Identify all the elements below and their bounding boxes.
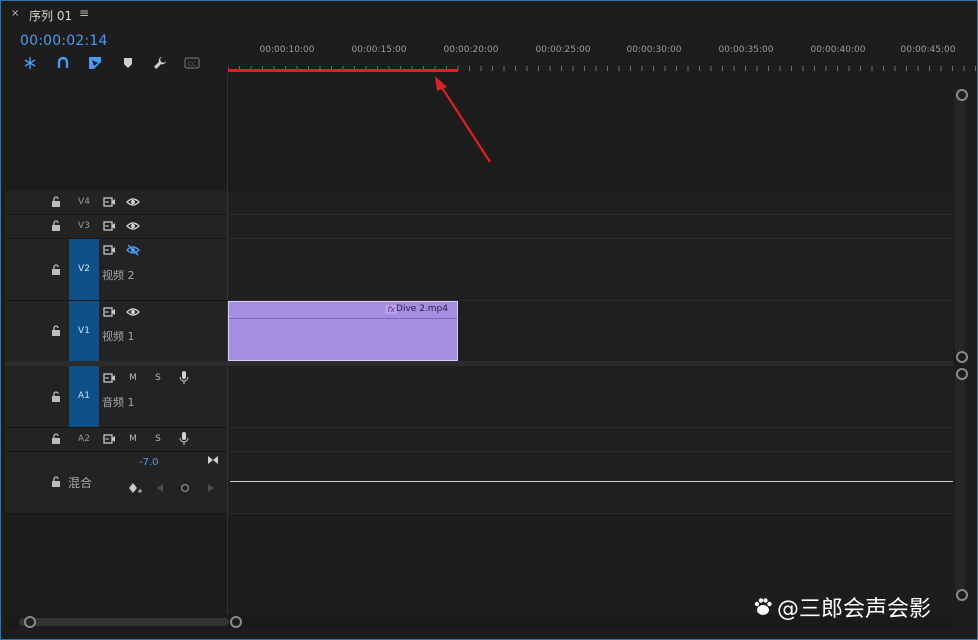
ruler-label: 00:00:25:00 bbox=[535, 45, 591, 55]
ruler-label: 00:00:40:00 bbox=[810, 45, 866, 55]
ruler-label: 00:00:45:00 bbox=[900, 45, 956, 55]
lock-icon[interactable] bbox=[51, 220, 61, 232]
scroll-handle-icon[interactable] bbox=[956, 89, 968, 101]
track-lane-a1[interactable] bbox=[228, 366, 953, 428]
solo-button[interactable]: S bbox=[150, 433, 166, 445]
track-target-a1[interactable]: A1 bbox=[69, 366, 99, 427]
lock-icon[interactable] bbox=[51, 325, 61, 337]
solo-button[interactable]: S bbox=[150, 372, 166, 384]
track-header-v3: V3 bbox=[5, 215, 227, 239]
microphone-icon[interactable] bbox=[176, 370, 192, 384]
video-vertical-scrollbar[interactable] bbox=[955, 89, 965, 355]
lock-icon[interactable] bbox=[51, 433, 61, 445]
captions-icon[interactable]: CC bbox=[183, 54, 201, 72]
video-clip[interactable]: fx Dive 2.mp4 bbox=[228, 301, 458, 361]
mix-volume-value[interactable]: -7.0 bbox=[139, 457, 159, 468]
track-lane-v4[interactable] bbox=[228, 191, 953, 215]
add-keyframe-icon[interactable] bbox=[127, 482, 143, 494]
track-lane-v3[interactable] bbox=[228, 215, 953, 239]
scroll-handle-icon[interactable] bbox=[956, 368, 968, 380]
snap-icon[interactable] bbox=[21, 54, 39, 72]
sequence-tab-title[interactable]: 序列 01 bbox=[29, 7, 72, 24]
lock-icon[interactable] bbox=[51, 476, 61, 488]
track-header-a1: A1 M S 音频 1 bbox=[5, 366, 227, 428]
eye-icon[interactable] bbox=[125, 196, 141, 208]
clip-name: Dive 2.mp4 bbox=[396, 304, 448, 314]
ruler-label: 00:00:10:00 bbox=[259, 45, 315, 55]
mix-track-name: 混合 bbox=[68, 476, 93, 490]
marker-icon[interactable] bbox=[119, 54, 137, 72]
track-name-v1: 视频 1 bbox=[102, 330, 135, 343]
sync-lock-icon[interactable] bbox=[101, 433, 117, 445]
ruler-label: 00:00:30:00 bbox=[626, 45, 682, 55]
bowtie-icon[interactable] bbox=[205, 454, 221, 466]
track-header-a2: A2 M S bbox=[5, 428, 227, 452]
volume-rubber-band[interactable] bbox=[230, 481, 953, 482]
track-header-v4: V4 bbox=[5, 191, 227, 215]
track-target-v1[interactable]: V1 bbox=[69, 301, 99, 361]
keyframe-icon[interactable] bbox=[177, 482, 193, 494]
track-lane-v2[interactable] bbox=[228, 239, 953, 301]
sync-lock-icon[interactable] bbox=[101, 244, 117, 256]
scroll-handle-icon[interactable] bbox=[230, 616, 242, 628]
mute-button[interactable]: M bbox=[125, 433, 141, 445]
lock-icon[interactable] bbox=[51, 264, 61, 276]
track-target-v4[interactable]: V4 bbox=[69, 191, 99, 214]
track-name-v2: 视频 2 bbox=[102, 269, 135, 282]
scroll-handle-icon[interactable] bbox=[956, 589, 968, 601]
track-lane-a2[interactable] bbox=[228, 428, 953, 452]
microphone-icon[interactable] bbox=[176, 431, 192, 445]
scroll-handle-icon[interactable] bbox=[24, 616, 36, 628]
sync-lock-icon[interactable] bbox=[101, 306, 117, 318]
sync-lock-icon[interactable] bbox=[101, 196, 117, 208]
wrench-icon[interactable] bbox=[151, 54, 169, 72]
sync-lock-icon[interactable] bbox=[101, 372, 117, 384]
eye-hidden-icon[interactable] bbox=[125, 244, 141, 256]
track-lane-mix[interactable] bbox=[228, 452, 953, 514]
track-header-v2: V2 视频 2 bbox=[5, 239, 227, 301]
track-name-a1: 音频 1 bbox=[102, 396, 135, 409]
paw-logo-icon bbox=[754, 598, 772, 615]
timeline-panel: × 序列 01 ≡ 00:00:02:14 CC 00:00:10:00 00:… bbox=[0, 0, 978, 640]
mute-button[interactable]: M bbox=[125, 372, 141, 384]
annotation-arrow bbox=[435, 76, 491, 163]
track-header-mix: 混合 bbox=[5, 452, 227, 514]
panel-menu-button[interactable]: ≡ bbox=[79, 6, 89, 20]
audio-vertical-scrollbar[interactable] bbox=[955, 371, 965, 593]
track-target-v2[interactable]: V2 bbox=[69, 239, 99, 300]
close-tab-button[interactable]: × bbox=[11, 8, 19, 19]
scroll-handle-icon[interactable] bbox=[956, 351, 968, 363]
linked-selection-icon[interactable] bbox=[86, 54, 104, 72]
previous-keyframe-icon[interactable] bbox=[152, 482, 168, 494]
watermark-text: @三郎会声会影 bbox=[777, 597, 932, 622]
ruler-label: 00:00:20:00 bbox=[443, 45, 499, 55]
track-header-v1: V1 视频 1 bbox=[5, 301, 227, 362]
eye-icon[interactable] bbox=[125, 306, 141, 318]
sync-lock-icon[interactable] bbox=[101, 220, 117, 232]
lock-icon[interactable] bbox=[51, 391, 61, 403]
svg-text:CC: CC bbox=[188, 61, 196, 68]
playhead-timecode[interactable]: 00:00:02:14 bbox=[20, 33, 108, 49]
eye-icon[interactable] bbox=[125, 220, 141, 232]
clip-header: fx Dive 2.mp4 bbox=[229, 302, 457, 319]
ruler-label: 00:00:35:00 bbox=[718, 45, 774, 55]
panel-tab-bar: × 序列 01 ≡ bbox=[1, 1, 977, 29]
lock-icon[interactable] bbox=[51, 196, 61, 208]
ruler-label: 00:00:15:00 bbox=[351, 45, 407, 55]
horizontal-scrollbar-thumb[interactable] bbox=[19, 618, 229, 626]
track-target-a2[interactable]: A2 bbox=[69, 428, 99, 451]
magnet-icon[interactable] bbox=[54, 54, 72, 72]
next-keyframe-icon[interactable] bbox=[203, 482, 219, 494]
track-target-v3[interactable]: V3 bbox=[69, 215, 99, 238]
